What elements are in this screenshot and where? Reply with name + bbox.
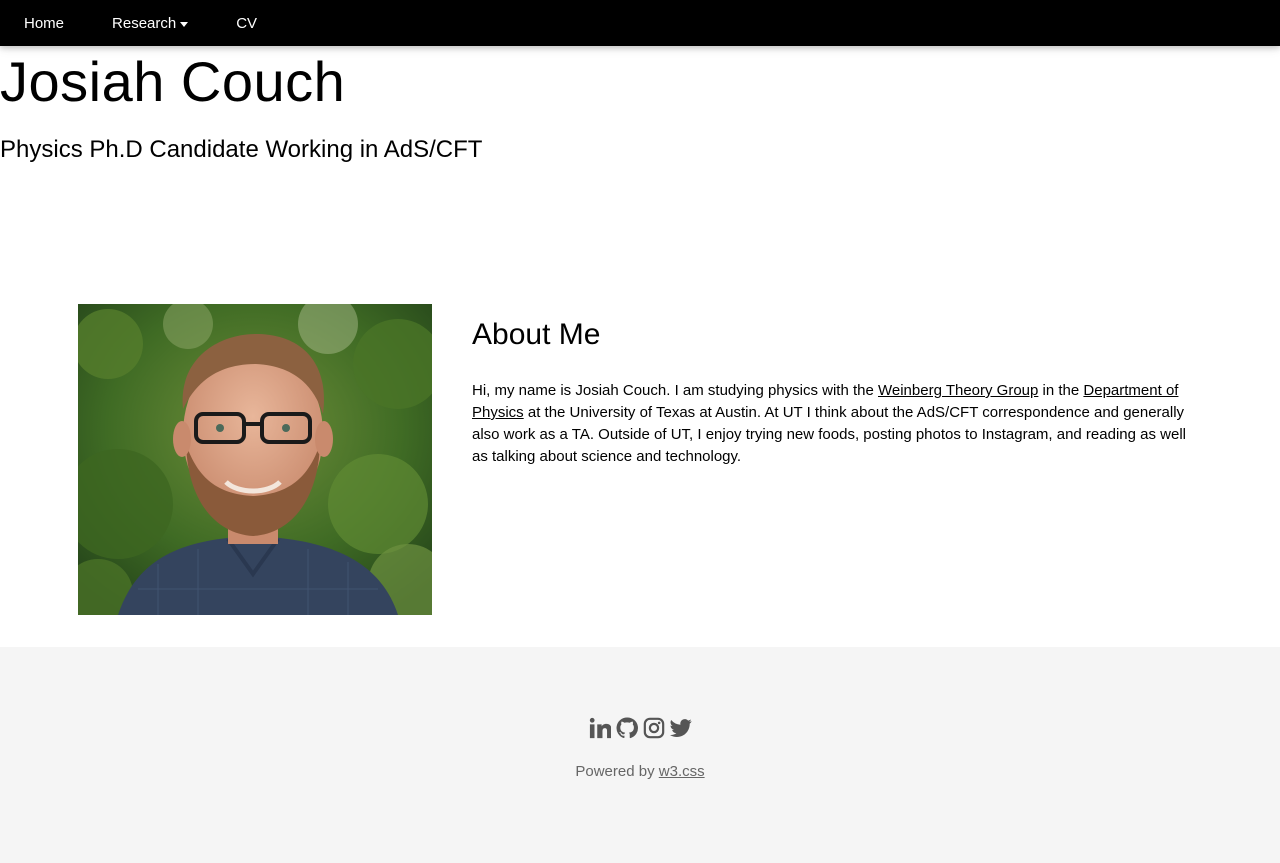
about-text-1: Hi, my name is Josiah Couch. I am studyi… bbox=[472, 382, 878, 399]
about-paragraph: Hi, my name is Josiah Couch. I am studyi… bbox=[472, 380, 1202, 468]
profile-photo bbox=[78, 304, 432, 615]
page-title: Josiah Couch bbox=[0, 50, 346, 113]
nav-home-label: Home bbox=[24, 14, 65, 32]
page-subtitle: Physics Ph.D Candidate Working in AdS/CF… bbox=[0, 136, 483, 163]
about-text-2: in the bbox=[1038, 382, 1084, 399]
social-links bbox=[0, 717, 1280, 739]
powered-by-text: Powered by bbox=[575, 763, 659, 780]
nav-home[interactable]: Home bbox=[0, 0, 88, 46]
about-text-3: at the University of Texas at Austin. At… bbox=[472, 404, 1186, 465]
about-heading: About Me bbox=[472, 318, 601, 351]
nav-research-dropdown[interactable]: Research bbox=[88, 0, 212, 46]
instagram-icon[interactable] bbox=[643, 717, 665, 739]
linkedin-icon[interactable] bbox=[589, 717, 612, 739]
nav-cv-label: CV bbox=[236, 14, 258, 32]
nav-research-label: Research bbox=[112, 14, 177, 32]
about-section: About Me Hi, my name is Josiah Couch. I … bbox=[472, 316, 1202, 468]
footer: Powered by w3.css bbox=[0, 647, 1280, 863]
github-icon[interactable] bbox=[616, 717, 638, 739]
top-navbar: Home Research CV bbox=[0, 0, 1280, 46]
nav-cv[interactable]: CV bbox=[212, 0, 281, 46]
caret-down-icon bbox=[180, 21, 189, 27]
powered-by: Powered by w3.css bbox=[0, 763, 1280, 780]
w3css-link[interactable]: w3.css bbox=[659, 763, 705, 780]
weinberg-theory-group-link[interactable]: Weinberg Theory Group bbox=[878, 382, 1038, 399]
twitter-icon[interactable] bbox=[669, 717, 692, 739]
